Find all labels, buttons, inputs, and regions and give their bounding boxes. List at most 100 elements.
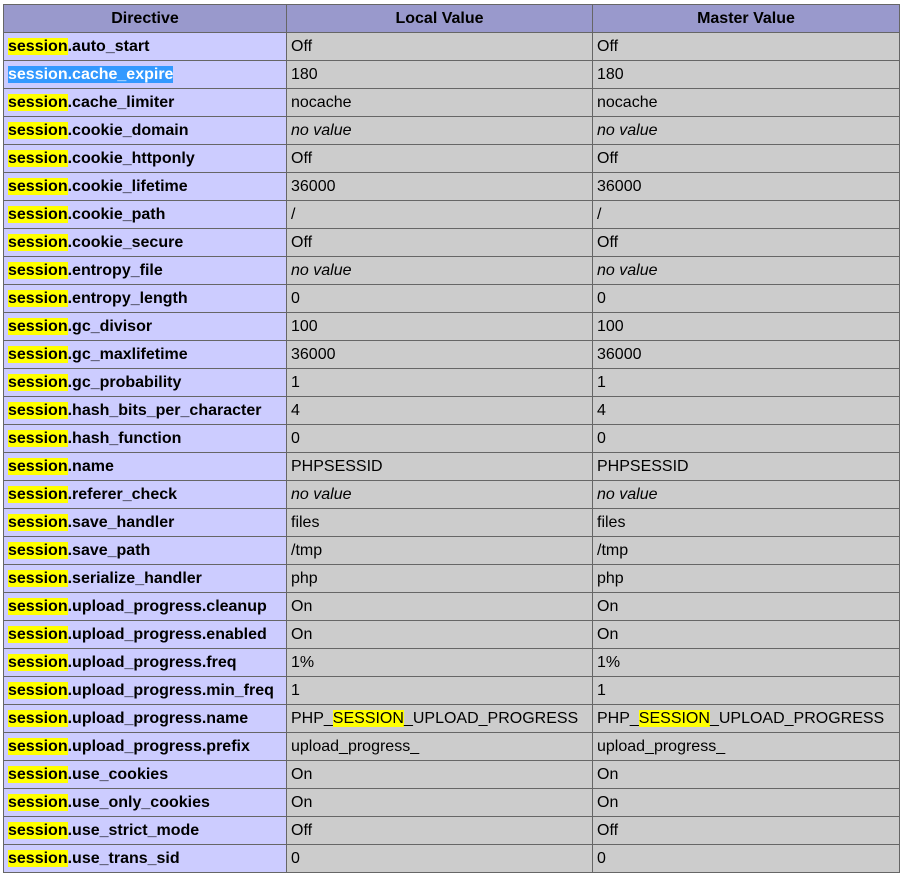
directive-name: session.entropy_file: [8, 262, 163, 279]
local-value-cell: Off: [286, 32, 593, 61]
directive-name: session.referer_check: [8, 486, 177, 503]
directive-name: session.cookie_httponly: [8, 150, 195, 167]
table-row: session.gc_maxlifetime 36000 36000: [3, 340, 900, 369]
master-value-cell: 1%: [592, 648, 900, 677]
local-value-cell: On: [286, 620, 593, 649]
directive-suffix: .use_trans_sid: [67, 850, 180, 867]
master-value-cell: On: [592, 788, 900, 817]
local-value-cell: 36000: [286, 340, 593, 369]
table-row: session.upload_progress.freq 1% 1%: [3, 648, 900, 677]
search-highlight: session: [8, 262, 68, 279]
directive-cell: session.upload_progress.freq: [3, 648, 287, 677]
directive-name: session.upload_progress.name: [8, 710, 248, 727]
local-value-cell: 180: [286, 60, 593, 89]
local-value-cell: Off: [286, 228, 593, 257]
table-row: session.cookie_path / /: [3, 200, 900, 229]
directive-cell: session.use_cookies: [3, 760, 287, 789]
value-text: _UPLOAD_PROGRESS: [403, 710, 579, 727]
master-value-cell: On: [592, 620, 900, 649]
directive-name: session.cookie_domain: [8, 122, 189, 139]
directive-suffix: .upload_progress.min_freq: [67, 682, 274, 699]
table-row: session.cache_limiter nocache nocache: [3, 88, 900, 117]
directive-name: session.upload_progress.enabled: [8, 626, 267, 643]
table-row: session.entropy_length 0 0: [3, 284, 900, 313]
local-value-column-header: Local Value: [286, 4, 593, 33]
table-row: session.use_trans_sid 0 0: [3, 844, 900, 873]
directive-cell: session.upload_progress.enabled: [3, 620, 287, 649]
master-value-cell: 4: [592, 396, 900, 425]
master-value-cell: 0: [592, 424, 900, 453]
local-value-cell: php: [286, 564, 593, 593]
directive-name: session.upload_progress.freq: [8, 654, 237, 671]
search-highlight: session: [8, 122, 68, 139]
local-value-cell: 36000: [286, 172, 593, 201]
directive-suffix: .save_handler: [67, 514, 175, 531]
directive-suffix: .cookie_lifetime: [67, 178, 188, 195]
search-highlight: session: [8, 430, 68, 447]
directive-cell: session.cookie_lifetime: [3, 172, 287, 201]
table-row: session.save_path/tmp/tmp: [3, 536, 900, 565]
local-value-cell: 4: [286, 396, 593, 425]
search-highlight: session: [8, 598, 68, 615]
directive-suffix: .upload_progress.enabled: [67, 626, 267, 643]
directive-name: session.cache_expire: [8, 66, 174, 83]
search-highlight: session: [8, 850, 68, 867]
table-row: session.referer_check no value no value: [3, 480, 900, 509]
directive-cell: session.gc_probability: [3, 368, 287, 397]
master-value-cell: 0: [592, 284, 900, 313]
directive-name: session.entropy_length: [8, 290, 188, 307]
directive-name: session.name: [8, 458, 114, 475]
directive-suffix: .gc_probability: [67, 374, 182, 391]
local-value-cell: /tmp: [286, 536, 593, 565]
master-value-cell: PHPSESSID: [592, 452, 900, 481]
table-row: session.save_handler files files: [3, 508, 900, 537]
directive-suffix: .save_path: [67, 542, 151, 559]
directive-suffix: .use_strict_mode: [67, 822, 200, 839]
master-value-cell: no value: [592, 480, 900, 509]
directive-suffix: .use_only_cookies: [67, 794, 210, 811]
master-value-cell: Off: [592, 228, 900, 257]
master-value-cell: Off: [592, 816, 900, 845]
directive-cell: session.upload_progress.prefix: [3, 732, 287, 761]
search-highlight: session: [8, 374, 68, 391]
table-header-row: Directive Local Value Master Value: [3, 4, 900, 33]
master-value-cell: Off: [592, 32, 900, 61]
table-row: session.entropy_file no value no value: [3, 256, 900, 285]
local-value-cell: 1: [286, 676, 593, 705]
directive-cell: session.use_strict_mode: [3, 816, 287, 845]
directive-cell: session.serialize_handler: [3, 564, 287, 593]
table-row: session.gc_divisor 100 100: [3, 312, 900, 341]
directive-suffix: .name: [67, 458, 114, 475]
directive-suffix: .use_cookies: [67, 766, 169, 783]
directive-cell: session.cookie_domain: [3, 116, 287, 145]
directive-suffix: .entropy_length: [67, 290, 188, 307]
table-row: session.cookie_httponly Off Off: [3, 144, 900, 173]
directive-cell: session.cache_limiter: [3, 88, 287, 117]
directive-cell: session.use_only_cookies: [3, 788, 287, 817]
directive-name: session.serialize_handler: [8, 570, 202, 587]
directive-cell: session.name: [3, 452, 287, 481]
master-value-cell: 180: [592, 60, 900, 89]
local-value-cell: no value: [286, 256, 593, 285]
master-value-cell: upload_progress_: [592, 732, 900, 761]
table-row: session.use_strict_mode Off Off: [3, 816, 900, 845]
search-highlight: session: [8, 766, 68, 783]
search-highlight: session: [8, 570, 68, 587]
search-highlight: session: [8, 458, 68, 475]
local-value-cell: /: [286, 200, 593, 229]
directive-cell: session.upload_progress.name: [3, 704, 287, 733]
local-value-cell: On: [286, 760, 593, 789]
directive-name: session.hash_function: [8, 430, 181, 447]
directive-name: session.cookie_lifetime: [8, 178, 188, 195]
table-row: session.cookie_secure Off Off: [3, 228, 900, 257]
master-value-cell: PHP_SESSION_UPLOAD_PROGRESS: [592, 704, 900, 733]
directive-column-header: Directive: [3, 4, 287, 33]
directive-suffix: .cache_limiter: [67, 94, 175, 111]
search-highlight: session: [8, 822, 68, 839]
local-value-cell: 1: [286, 368, 593, 397]
master-value-column-header: Master Value: [592, 4, 900, 33]
directive-cell: session.gc_divisor: [3, 312, 287, 341]
master-value-cell: Off: [592, 144, 900, 173]
table-row: session.upload_progress.prefix upload_pro…: [3, 732, 900, 761]
search-highlight: session: [8, 290, 68, 307]
